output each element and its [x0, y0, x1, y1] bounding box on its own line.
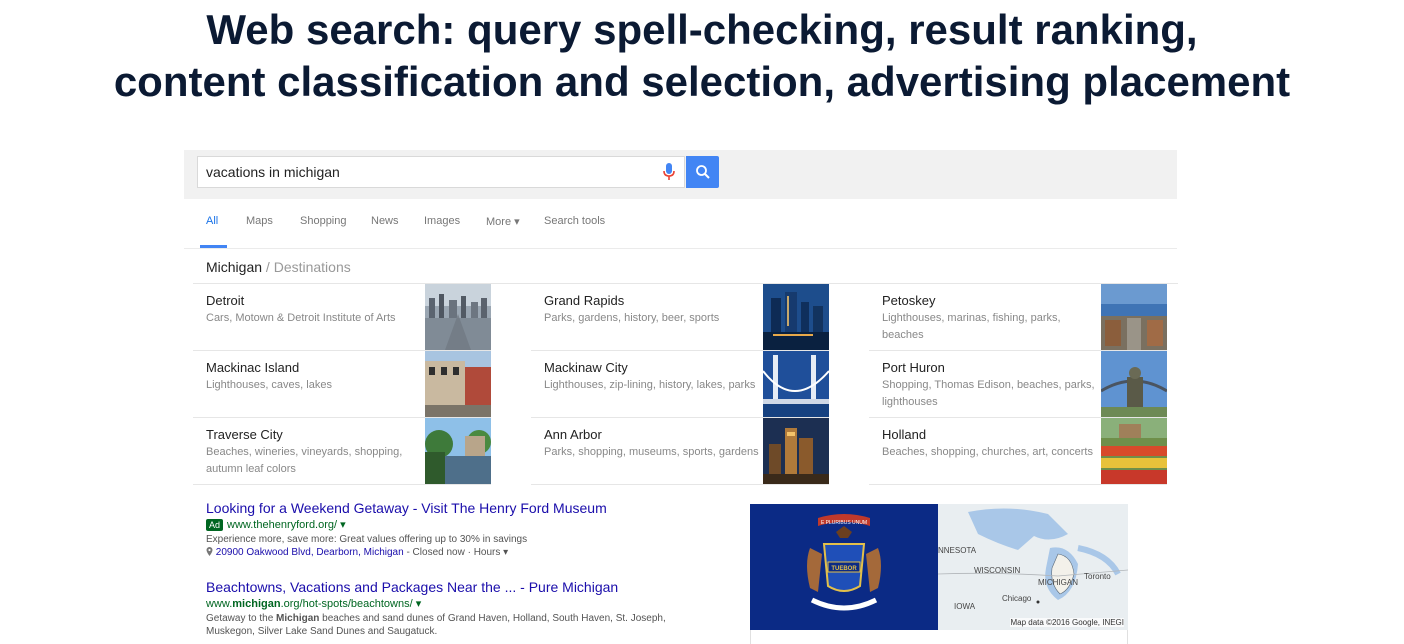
- tab-maps[interactable]: Maps: [246, 215, 273, 227]
- url-highlight: michigan: [232, 598, 281, 610]
- map-label-michigan: MICHIGAN: [1038, 578, 1078, 587]
- search-result-ad: Looking for a Weekend Getaway - Visit Th…: [206, 500, 676, 558]
- map-credit: Map data ©2016 Google, INEGI: [1010, 618, 1124, 627]
- tab-shopping[interactable]: Shopping: [300, 215, 347, 227]
- snippet-highlight: Michigan: [276, 613, 320, 624]
- destination-name: Port Huron: [882, 360, 945, 375]
- destination-name: Ann Arbor: [544, 427, 602, 442]
- mackinaw-city-thumbnail: [763, 351, 829, 417]
- active-tab-indicator: [200, 245, 227, 248]
- grand-rapids-thumbnail: [763, 284, 829, 350]
- destination-name: Holland: [882, 427, 927, 442]
- destination-desc: Lighthouses, caves, lakes: [206, 379, 332, 391]
- map-graphic: [938, 504, 1128, 630]
- search-button[interactable]: [686, 156, 719, 188]
- destination-card-mackinac-island[interactable]: Mackinac Island Lighthouses, caves, lake…: [193, 351, 491, 418]
- destination-card-detroit[interactable]: Detroit Cars, Motown & Detroit Institute…: [193, 284, 491, 351]
- tab-images[interactable]: Images: [424, 215, 460, 227]
- snippet-part: Getaway to the: [206, 613, 277, 624]
- destination-card-holland[interactable]: Holland Beaches, shopping, churches, art…: [869, 418, 1167, 485]
- result-snippet: Getaway to the Michigan beaches and sand…: [206, 612, 676, 638]
- map-label-toronto: Toronto: [1084, 572, 1111, 581]
- ann-arbor-thumbnail: [763, 418, 829, 484]
- slide-title: Web search: query spell-checking, result…: [0, 4, 1404, 108]
- destination-desc: Beaches, shopping, churches, art, concer…: [882, 446, 1093, 458]
- destination-card-petoskey[interactable]: Petoskey Lighthouses, marinas, fishing, …: [869, 284, 1167, 351]
- result-url[interactable]: www.michigan.org/hot-spots/beachtowns/ ▾: [206, 597, 676, 610]
- result-address: 20900 Oakwood Blvd, Dearborn, Michigan -…: [206, 547, 676, 558]
- map-label-wisconsin: WISCONSIN: [974, 566, 1021, 575]
- magnifier-icon: [695, 165, 710, 179]
- destination-desc: Cars, Motown & Detroit Institute of Arts: [206, 312, 396, 324]
- destination-desc: Parks, gardens, history, beer, sports: [544, 312, 720, 324]
- flag-motto: E PLURIBUS UNUM: [821, 520, 867, 526]
- michigan-flag-image[interactable]: E PLURIBUS UNUM TUEBOR: [750, 504, 938, 630]
- destination-name: Grand Rapids: [544, 293, 625, 308]
- destination-name: Traverse City: [206, 427, 283, 442]
- map-label-chicago: Chicago: [1002, 594, 1032, 603]
- destination-desc: Lighthouses, zip-lining, history, lakes,…: [544, 379, 756, 391]
- destination-desc: Parks, shopping, museums, sports, garden…: [544, 446, 759, 458]
- traverse-city-thumbnail: [425, 418, 491, 484]
- address-link[interactable]: 20900 Oakwood Blvd, Dearborn, Michigan: [216, 547, 404, 558]
- result-url-text[interactable]: www.thehenryford.org/ ▾: [227, 519, 346, 531]
- card-divider: [531, 484, 829, 485]
- destination-desc: Lighthouses, marinas, fishing, parks, be…: [882, 312, 1061, 341]
- tab-news[interactable]: News: [371, 215, 399, 227]
- destination-desc: Beaches, wineries, vineyards, shopping, …: [206, 446, 403, 475]
- destination-name: Mackinaw City: [544, 360, 628, 375]
- destination-card-ann-arbor[interactable]: Ann Arbor Parks, shopping, museums, spor…: [531, 418, 829, 485]
- result-snippet: Experience more, save more: Great values…: [206, 534, 528, 545]
- microphone-icon[interactable]: [662, 162, 676, 182]
- breadcrumb-separator: /: [265, 259, 270, 275]
- port-huron-thumbnail: [1101, 351, 1167, 417]
- map-label-iowa: IOWA: [954, 602, 976, 611]
- result-title-link[interactable]: Looking for a Weekend Getaway - Visit Th…: [206, 500, 676, 516]
- destination-desc: Shopping, Thomas Edison, beaches, parks,…: [882, 379, 1095, 408]
- card-divider: [193, 484, 491, 485]
- search-result-organic: Beachtowns, Vacations and Packages Near …: [206, 579, 676, 638]
- tab-search-tools[interactable]: Search tools: [544, 215, 605, 227]
- detroit-thumbnail: [425, 284, 491, 350]
- mackinac-island-thumbnail: [425, 351, 491, 417]
- url-prefix: www.: [206, 598, 233, 610]
- slide-title-line-2: content classification and selection, ad…: [113, 58, 1291, 105]
- knowledge-panel-body: [750, 630, 1128, 644]
- destination-card-port-huron[interactable]: Port Huron Shopping, Thomas Edison, beac…: [869, 351, 1167, 418]
- breadcrumb-root[interactable]: Michigan: [206, 259, 262, 275]
- michigan-map[interactable]: NNESOTA WISCONSIN MICHIGAN Toronto Chica…: [938, 504, 1128, 630]
- michigan-coat-of-arms: E PLURIBUS UNUM TUEBOR: [750, 504, 938, 630]
- destination-name: Detroit: [206, 293, 245, 308]
- tab-more[interactable]: More ▾: [486, 215, 520, 228]
- slide-title-line-1: Web search: query spell-checking, result…: [206, 6, 1198, 53]
- search-input[interactable]: vacations in michigan: [197, 156, 685, 188]
- ad-badge: Ad: [206, 519, 224, 531]
- result-title-link[interactable]: Beachtowns, Vacations and Packages Near …: [206, 579, 676, 595]
- breadcrumb-current: Destinations: [273, 259, 351, 275]
- search-query-text: vacations in michigan: [206, 164, 340, 180]
- tab-all[interactable]: All: [206, 215, 218, 227]
- destination-name: Mackinac Island: [206, 360, 300, 375]
- flag-tuebor: TUEBOR: [831, 566, 857, 572]
- url-suffix: .org/hot-spots/beachtowns/ ▾: [280, 598, 422, 610]
- result-url: Ad www.thehenryford.org/ ▾: [206, 518, 676, 531]
- petoskey-thumbnail: [1101, 284, 1167, 350]
- holland-thumbnail: [1101, 418, 1167, 484]
- destination-card-traverse-city[interactable]: Traverse City Beaches, wineries, vineyar…: [193, 418, 491, 485]
- destination-card-grand-rapids[interactable]: Grand Rapids Parks, gardens, history, be…: [531, 284, 829, 351]
- search-tabs: All Maps Shopping News Images More ▾ Sea…: [184, 199, 1177, 249]
- map-label-minnesota: NNESOTA: [938, 546, 977, 555]
- address-status: - Closed now · Hours ▾: [403, 547, 509, 558]
- destination-card-mackinaw-city[interactable]: Mackinaw City Lighthouses, zip-lining, h…: [531, 351, 829, 418]
- card-divider: [869, 484, 1167, 485]
- destination-name: Petoskey: [882, 293, 936, 308]
- breadcrumb: Michigan / Destinations: [206, 259, 351, 275]
- map-pin-icon: [206, 547, 213, 556]
